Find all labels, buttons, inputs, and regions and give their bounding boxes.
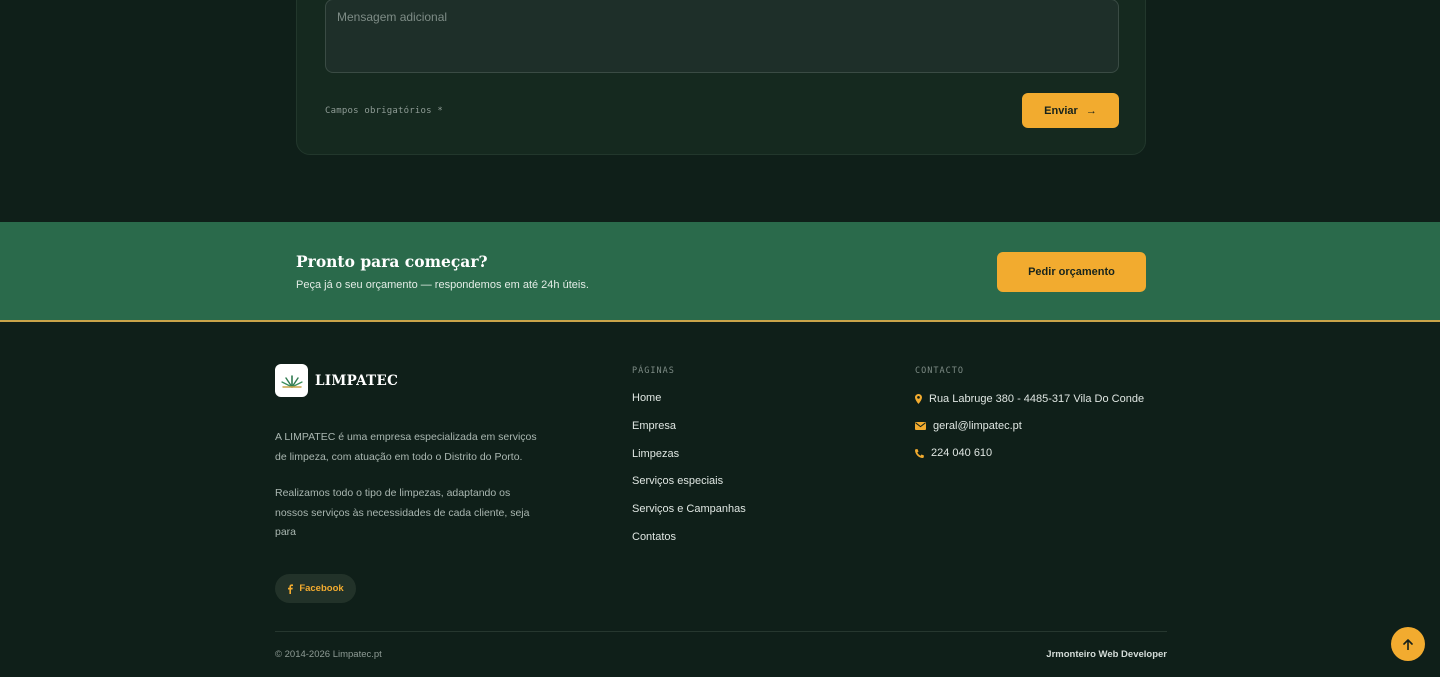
quote-form-card: Campos obrigatórios * Enviar → [296,0,1146,155]
developer-credit-link[interactable]: Jrmonteiro Web Developer [1046,649,1167,660]
request-quote-button[interactable]: Pedir orçamento [997,252,1146,292]
about-text: A LIMPATEC é uma empresa especializada e… [275,428,540,543]
cta-subtitle: Peça já o seu orçamento — respondemos em… [296,279,589,291]
send-button[interactable]: Enviar → [1022,93,1119,128]
contact-email[interactable]: geral@limpatec.pt [915,420,1022,432]
about-paragraph: A LIMPATEC é uma empresa especializada e… [275,431,537,463]
send-button-label: Enviar [1044,104,1078,117]
phone-icon [915,448,924,458]
footer-pages-nav: Home Empresa Limpezas Serviços especiais… [632,392,746,559]
about-paragraph: Realizamos todo o tipo de limpezas, adap… [275,487,530,538]
brand-name: LIMPATEC [315,373,399,389]
contact-phone[interactable]: 224 040 610 [915,447,992,459]
email-text: geral@limpatec.pt [933,420,1022,432]
arrow-right-icon: → [1085,104,1097,117]
message-textarea[interactable] [325,0,1119,73]
footer-link-servicos-campanhas[interactable]: Serviços e Campanhas [632,503,746,531]
footer-divider [275,631,1167,632]
footer-link-servicos-especiais[interactable]: Serviços especiais [632,475,746,503]
facebook-icon [288,583,294,594]
footer-link-home[interactable]: Home [632,392,746,420]
leaf-logo-icon [280,374,303,388]
phone-text: 224 040 610 [931,447,993,459]
facebook-button[interactable]: Facebook [275,574,356,603]
cta-band: Pronto para começar? Peça já o seu orçam… [0,222,1440,322]
envelope-icon [915,422,926,430]
pages-heading: PÁGINAS [632,366,675,376]
footer-link-limpezas[interactable]: Limpezas [632,448,746,476]
address-text: Rua Labruge 380 - 4485-317 Vila Do Conde [929,393,1145,405]
brand-logo[interactable] [275,364,308,397]
footer-link-empresa[interactable]: Empresa [632,420,746,448]
contact-heading: CONTACTO [915,366,964,376]
facebook-label: Facebook [299,583,344,594]
map-pin-icon [915,394,922,404]
copyright-text: © 2014-2026 Limpatec.pt [275,649,382,660]
arrow-up-icon [1403,638,1413,650]
back-to-top-button[interactable] [1391,627,1425,661]
contact-address: Rua Labruge 380 - 4485-317 Vila Do Conde [915,393,1144,405]
cta-title: Pronto para começar? [296,252,488,271]
footer-link-contatos[interactable]: Contatos [632,531,746,559]
required-fields-note: Campos obrigatórios * [325,106,443,116]
